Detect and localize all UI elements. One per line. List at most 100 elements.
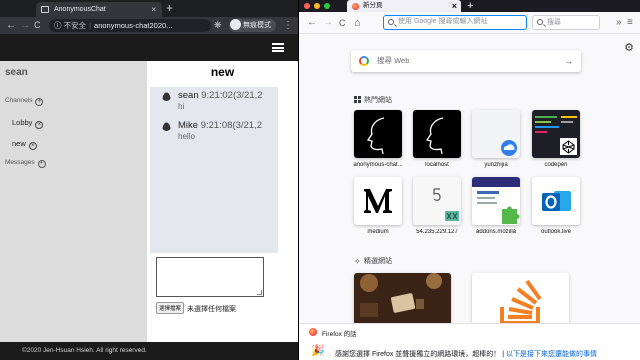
- top-site-label: anonymous-chat...: [353, 162, 403, 168]
- message-header: sean 9:21:02(3/21,2: [178, 90, 263, 101]
- site-thumbnail: [532, 177, 580, 225]
- web-search-placeholder: 搜尋 Web: [377, 56, 410, 65]
- chat-panel: new sean 9:21:02(3/21,2 hi Mike 9:21:08(…: [147, 61, 298, 342]
- leave-channel-icon[interactable]: ×: [35, 121, 44, 129]
- extension-icon[interactable]: ❋: [214, 17, 222, 34]
- top-site-label: medium: [367, 229, 389, 235]
- top-site-label: yunzhijia: [484, 162, 508, 168]
- chrome-tab-bar: AnonymousChat × +: [0, 0, 298, 17]
- addons-puzzle-icon: [472, 177, 520, 224]
- message-bar-body: 感謝您選擇 Firefox 並聲援獨立的網路環境，超棒的！: [335, 351, 501, 358]
- chrome-tab-anonymouschat[interactable]: AnonymousChat ×: [36, 2, 162, 17]
- firefox-tab-bar: 新分頁 × +: [299, 0, 640, 12]
- channels-heading: Channels +: [5, 97, 44, 106]
- app-footer: ©2020 Jen-Hsuan Hsieh. All right reserve…: [0, 342, 298, 360]
- channel-label: new: [12, 139, 26, 148]
- google-logo-icon: [359, 56, 369, 66]
- search-box-placeholder: 搜尋: [547, 19, 561, 26]
- url-text: anonymous-chat2020...: [94, 21, 173, 30]
- add-channel-icon[interactable]: +: [35, 98, 44, 106]
- choose-file-button[interactable]: 選擇檔案: [156, 302, 185, 314]
- firefox-logo-icon: [309, 328, 317, 336]
- grid-icon: [354, 96, 361, 103]
- message-text: hi: [178, 102, 185, 111]
- app-header: [0, 34, 298, 61]
- firefox-forward-icon[interactable]: →: [323, 12, 333, 34]
- avatar-icon: [162, 122, 171, 131]
- firefox-new-tab-button[interactable]: +: [467, 0, 473, 12]
- messages-heading: Messages +: [5, 159, 46, 168]
- hamburger-menu-icon[interactable]: [272, 43, 284, 52]
- sparkle-icon: ✧: [354, 257, 361, 266]
- firefox-home-icon[interactable]: ⌂: [354, 12, 361, 34]
- party-popper-icon: 🎉: [311, 345, 325, 357]
- incognito-icon: [230, 19, 241, 30]
- top-sites-heading: 熱門網站: [354, 95, 392, 105]
- site-thumbnail: [413, 110, 461, 158]
- incognito-badge[interactable]: 無痕模式: [229, 19, 276, 32]
- file-status: 未選擇任何檔案: [187, 306, 237, 313]
- message-header: Mike 9:21:08(3/21,2: [178, 120, 262, 131]
- chat-face-logo-icon: [425, 117, 444, 155]
- minimize-window-icon[interactable]: [314, 3, 320, 9]
- chrome-reload-icon[interactable]: C: [34, 17, 41, 34]
- warning-icon: ⓘ: [54, 21, 64, 30]
- highlight-card[interactable]: [354, 273, 451, 325]
- firefox-reload-icon[interactable]: C: [339, 12, 346, 34]
- messages-label: Messages: [5, 159, 35, 166]
- highlights-heading: ✧ 精選網站: [354, 256, 392, 266]
- maximize-window-icon[interactable]: [324, 3, 330, 9]
- chrome-window: AnonymousChat × + ← → C ⓘ 不安全 | anonymous-…: [0, 0, 298, 360]
- file-upload-row: 選擇檔案 未選擇任何檔案: [156, 302, 236, 314]
- channels-label: Channels: [5, 97, 33, 104]
- outlook-logo-icon: [542, 191, 571, 211]
- overflow-chevron-icon[interactable]: »: [616, 12, 622, 34]
- message-bar-text: 感謝您選擇 Firefox 並聲援獨立的網路環境，超棒的！ | 以下是接下來您還…: [335, 349, 597, 359]
- close-window-icon[interactable]: [304, 3, 310, 9]
- firefox-address-bar[interactable]: 使用 Google 搜尋或輸入網址: [383, 15, 527, 30]
- message-list: sean 9:21:02(3/21,2 hi Mike 9:21:08(3/21…: [150, 87, 278, 253]
- web-search-input[interactable]: 搜尋 Web →: [351, 50, 581, 72]
- search-submit-icon[interactable]: →: [564, 50, 573, 72]
- top-site-label: addons.mozilla: [475, 229, 517, 235]
- add-message-icon[interactable]: +: [37, 160, 46, 168]
- top-site-label: codepen: [544, 162, 568, 168]
- chrome-new-tab-button[interactable]: +: [166, 0, 173, 17]
- app-sidebar: sean Channels + Lobby × new × Messages +: [0, 61, 147, 342]
- firefox-tab-title: 新分頁: [363, 2, 383, 9]
- sidebar-item-lobby[interactable]: Lobby ×: [12, 118, 44, 129]
- firefox-menu-icon[interactable]: ≡: [627, 12, 633, 34]
- chrome-forward-icon[interactable]: →: [20, 17, 30, 34]
- message-time: 9:21:08(3/21,2: [200, 120, 262, 131]
- message-bar-link[interactable]: 以下是接下來您還能做的事情: [506, 351, 597, 358]
- leave-channel-icon[interactable]: ×: [28, 142, 37, 150]
- message-author: Mike: [178, 120, 199, 131]
- cloud-logo-icon: [501, 140, 517, 156]
- firefox-tab-newtab[interactable]: 新分頁 ×: [347, 0, 461, 12]
- top-site-label: localhost: [425, 162, 449, 168]
- firefox-back-icon[interactable]: ←: [307, 12, 317, 34]
- chat-face-logo-icon: [366, 117, 385, 155]
- settings-gear-icon[interactable]: ⚙: [624, 41, 634, 54]
- message-input[interactable]: [156, 257, 264, 297]
- chrome-menu-icon[interactable]: ⋮: [283, 17, 293, 34]
- top-site-label: outlook.live: [540, 229, 572, 235]
- firefox-toolbar: ← → C ⌂ 使用 Google 搜尋或輸入網址 搜尋 » ≡: [299, 12, 640, 34]
- firefox-search-box[interactable]: 搜尋: [532, 15, 600, 30]
- sidebar-item-new[interactable]: new ×: [12, 139, 37, 150]
- security-label: 不安全: [63, 21, 87, 30]
- current-username: sean: [5, 67, 28, 78]
- new-tab-page: ⚙ 搜尋 Web → 熱門網站 anonymous-chat... localh…: [299, 35, 640, 360]
- site-thumbnail-icon: [433, 188, 459, 221]
- medium-logo-icon: [364, 189, 392, 213]
- firefox-tab-close-icon[interactable]: ×: [452, 0, 457, 12]
- chrome-address-bar[interactable]: ⓘ 不安全 | anonymous-chat2020...: [49, 19, 211, 32]
- search-icon: [537, 19, 543, 25]
- highlight-card[interactable]: [472, 273, 569, 325]
- top-site-label: 54.235.229.127: [416, 229, 458, 235]
- omnibox-separator: |: [89, 21, 92, 30]
- site-thumbnail: [532, 110, 580, 158]
- chrome-back-icon[interactable]: ←: [6, 17, 16, 34]
- site-thumbnail: [354, 110, 402, 158]
- chrome-tab-close-icon[interactable]: ×: [151, 2, 156, 17]
